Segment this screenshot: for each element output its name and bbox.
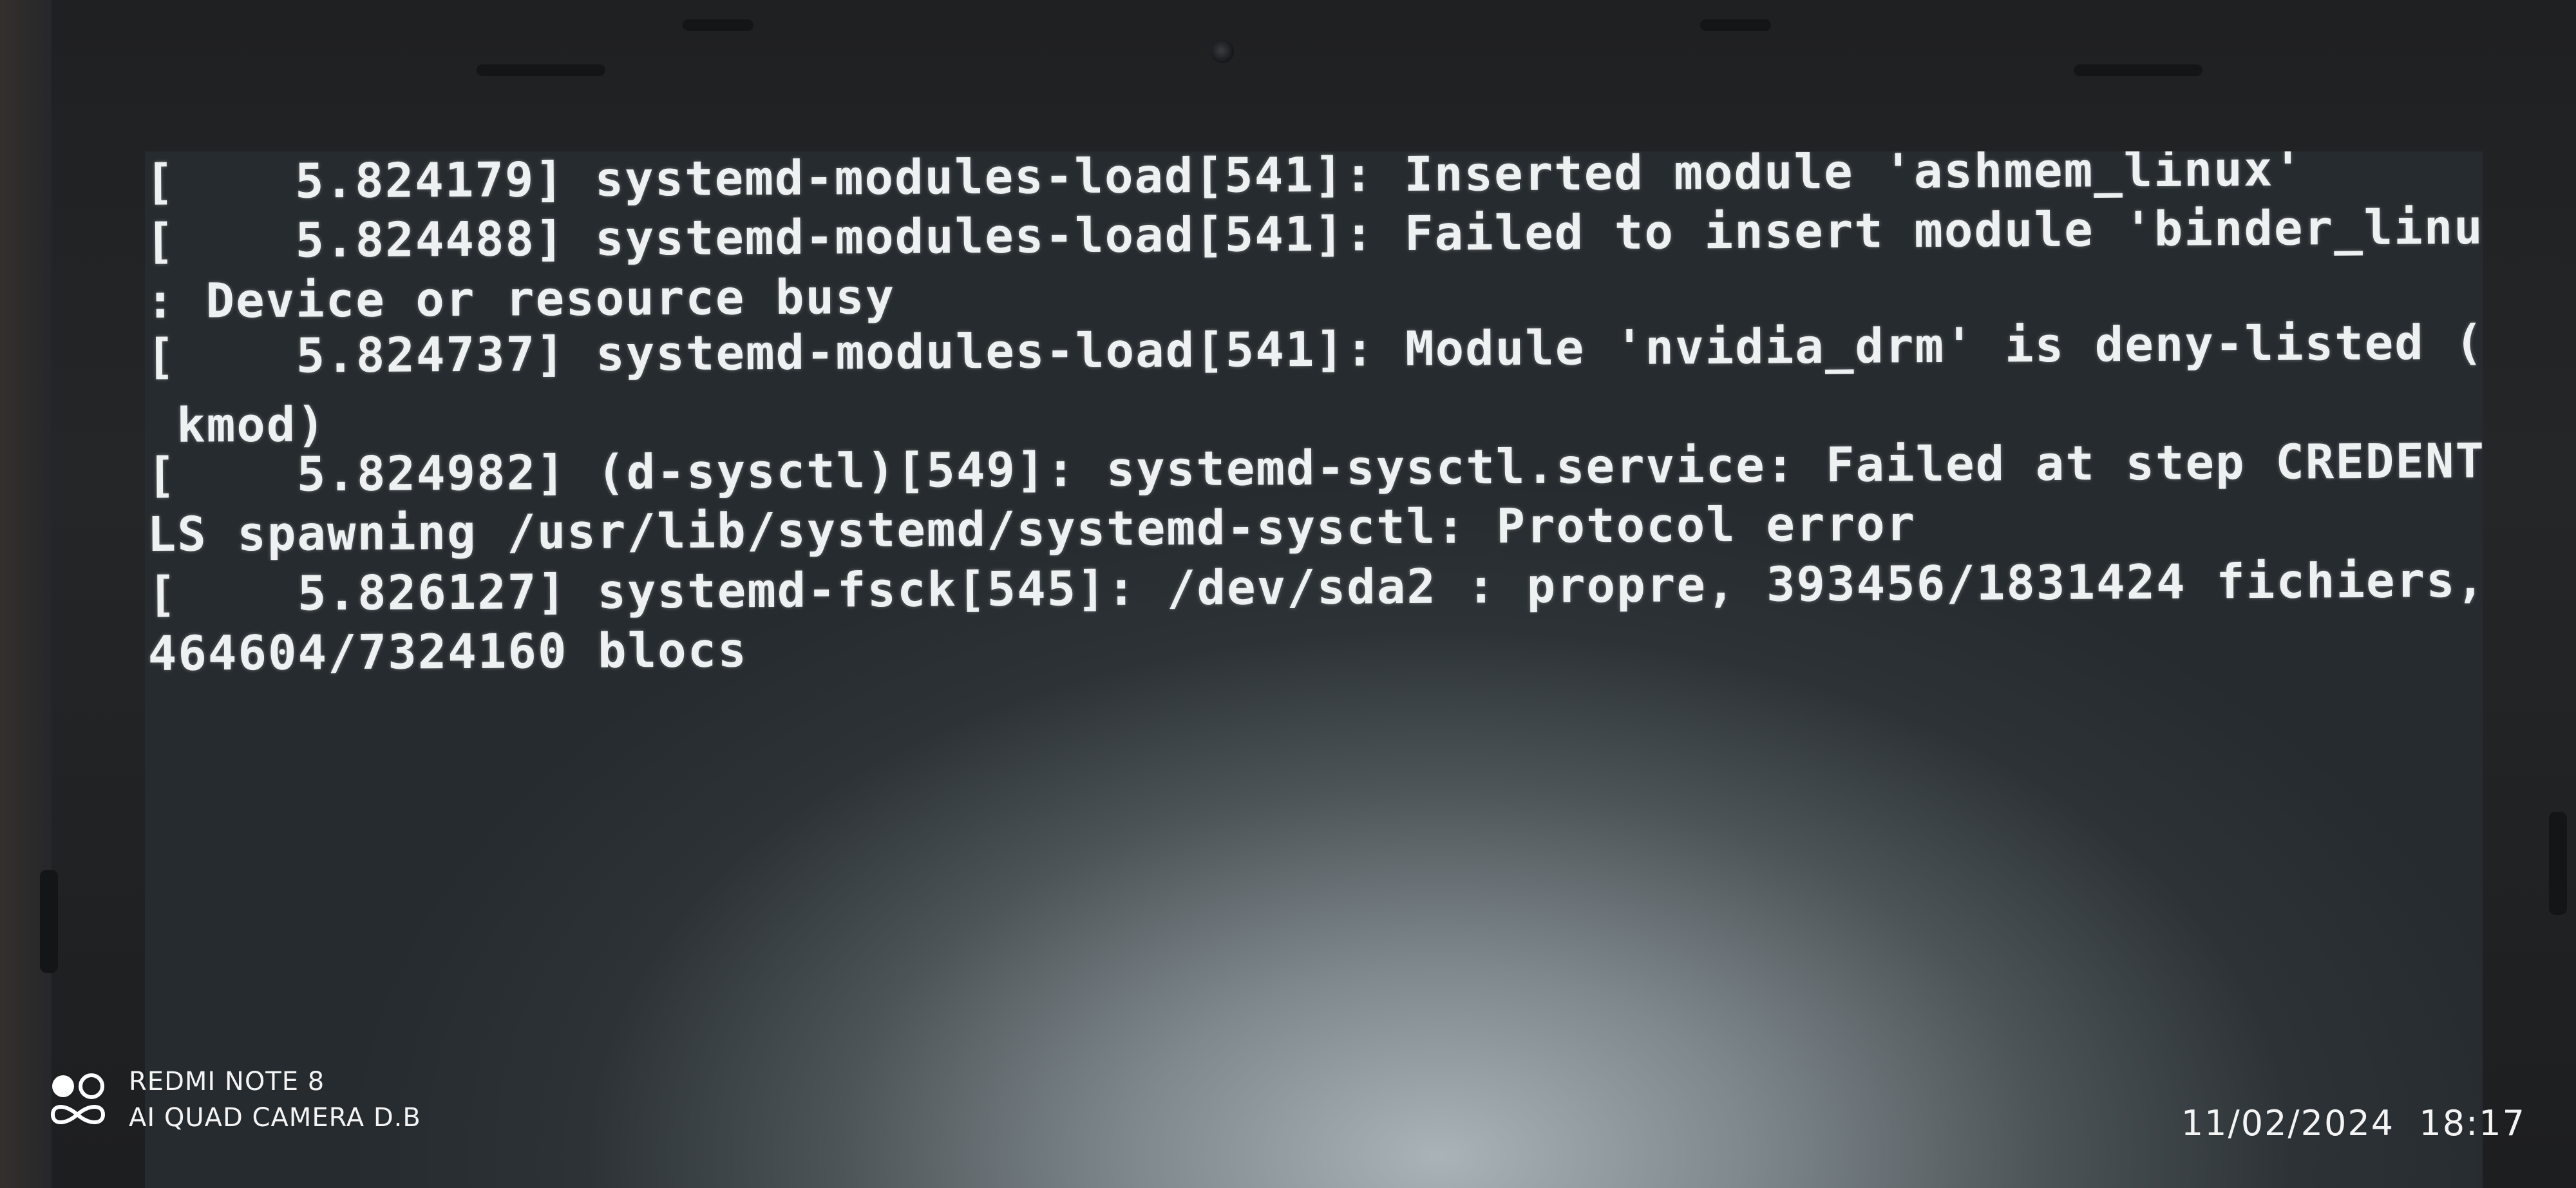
bezel-notch-center-right [1700,19,1771,31]
bezel-notch-center-left [683,19,753,31]
console-line: LS spawning /usr/lib/systemd/systemd-sys… [147,496,1917,562]
photo-timestamp: 11/02/2024 18:17 [2181,1103,2526,1144]
console-line: 464604/7324160 blocs [147,622,748,682]
dual-camera-infinity-icon [50,1073,106,1124]
bezel-notch-left [477,64,605,76]
bezel-left-edge [0,0,52,1188]
bezel-notch-right [2074,64,2202,76]
webcam-icon [1211,40,1234,63]
device-name: REDMI NOTE 8 [129,1067,325,1097]
boot-console: [ 5.824179] systemd-modules-load[541]: I… [145,151,2483,1188]
side-port-right [2549,812,2567,915]
side-port-left [40,870,58,973]
laptop-screen: [ 5.824179] systemd-modules-load[541]: I… [145,151,2483,1188]
console-line: [ 5.826127] systemd-fsck[545]: /dev/sda2… [147,552,2483,622]
console-line: [ 5.824488] systemd-modules-load[541]: F… [145,199,2483,269]
camera-name: AI QUAD CAMERA D.B [129,1103,421,1133]
